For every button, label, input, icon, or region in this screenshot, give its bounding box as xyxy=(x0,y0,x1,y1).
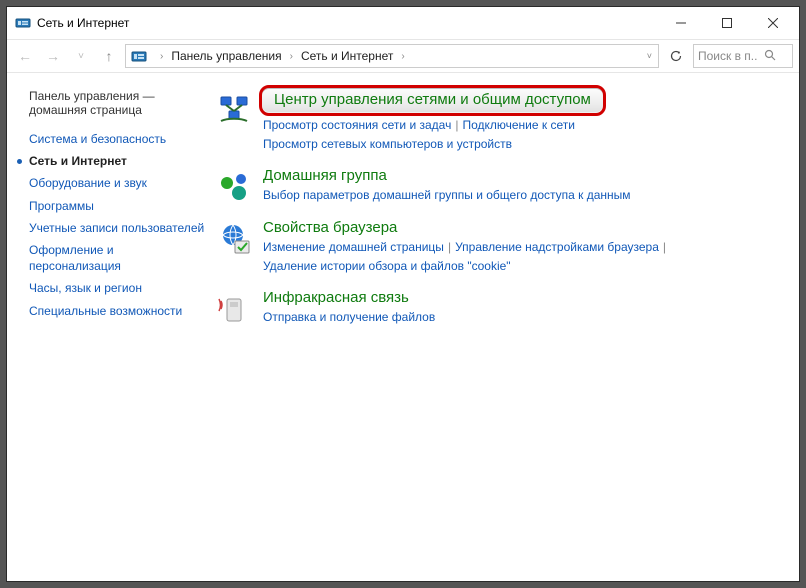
category-links: Выбор параметров домашней группы и общег… xyxy=(263,186,781,205)
link-manage-addons[interactable]: Управление надстройками браузера xyxy=(455,240,659,254)
category-title-link[interactable]: Свойства браузера xyxy=(263,219,397,236)
search-icon xyxy=(764,49,776,64)
homegroup-icon xyxy=(217,169,253,205)
nav-forward-button[interactable]: → xyxy=(41,44,65,68)
sidebar-item-system-security[interactable]: Система и безопасность xyxy=(29,131,207,147)
titlebar: Сеть и Интернет xyxy=(7,7,799,39)
link-view-network-computers[interactable]: Просмотр сетевых компьютеров и устройств xyxy=(263,137,512,151)
internet-options-icon xyxy=(217,221,253,257)
link-connect-network[interactable]: Подключение к сети xyxy=(462,118,574,132)
category-homegroup: Домашняя группа Выбор параметров домашне… xyxy=(217,167,781,205)
category-links: Изменение домашней страницы|Управление н… xyxy=(263,238,781,275)
breadcrumb-sep: › xyxy=(397,51,408,62)
nav-up-button[interactable]: ↑ xyxy=(97,44,121,68)
main-content: Центр управления сетями и общим доступом… xyxy=(217,89,789,571)
search-input[interactable] xyxy=(698,49,758,63)
category-body: Центр управления сетями и общим доступом… xyxy=(263,89,781,153)
breadcrumb-sep: › xyxy=(156,51,167,62)
category-body: Инфракрасная связь Отправка и получение … xyxy=(263,289,781,327)
network-sharing-icon xyxy=(217,91,253,127)
breadcrumb-sep: › xyxy=(286,51,297,62)
breadcrumb-dropdown-icon[interactable]: ˅ xyxy=(647,51,654,61)
maximize-button[interactable] xyxy=(713,13,741,33)
category-internet-options: Свойства браузера Изменение домашней стр… xyxy=(217,219,781,275)
category-title-link[interactable]: Инфракрасная связь xyxy=(263,289,409,306)
category-network-sharing: Центр управления сетями и общим доступом… xyxy=(217,89,781,153)
sidebar-item-ease-of-access[interactable]: Специальные возможности xyxy=(29,303,207,319)
close-button[interactable] xyxy=(759,13,787,33)
toolbar: ← → ˅ ↑ › Панель управления › Сеть и Инт… xyxy=(7,39,799,73)
sidebar-item-hardware-sound[interactable]: Оборудование и звук xyxy=(29,175,207,191)
nav-back-button[interactable]: ← xyxy=(13,44,37,68)
category-body: Свойства браузера Изменение домашней стр… xyxy=(263,219,781,275)
control-panel-home-link[interactable]: Панель управления — домашняя страница xyxy=(29,89,207,117)
infrared-icon xyxy=(217,291,253,327)
cp-home-line1: Панель управления — xyxy=(29,89,207,103)
sidebar-item-programs[interactable]: Программы xyxy=(29,198,207,214)
sidebar-item-appearance[interactable]: Оформление и персонализация xyxy=(29,242,207,274)
minimize-button[interactable] xyxy=(667,13,695,33)
body: Панель управления — домашняя страница Си… xyxy=(7,73,799,581)
window-icon xyxy=(15,15,31,31)
link-view-network-status[interactable]: Просмотр состояния сети и задач xyxy=(263,118,451,132)
link-delete-history-cookies[interactable]: Удаление истории обзора и файлов "cookie… xyxy=(263,259,511,273)
sidebar-item-network-internet[interactable]: Сеть и Интернет xyxy=(29,153,207,169)
window-buttons xyxy=(667,13,795,33)
breadcrumb-item-1[interactable]: Сеть и Интернет xyxy=(299,47,395,65)
sidebar-item-clock-language-region[interactable]: Часы, язык и регион xyxy=(29,280,207,296)
link-homegroup-settings[interactable]: Выбор параметров домашней группы и общег… xyxy=(263,188,631,202)
category-title-link[interactable]: Центр управления сетями и общим доступом xyxy=(274,91,591,108)
highlight-annotation: Центр управления сетями и общим доступом xyxy=(259,85,606,116)
category-title-link[interactable]: Домашняя группа xyxy=(263,167,387,184)
control-panel-window: Сеть и Интернет ← → ˅ ↑ › Панель управле… xyxy=(6,6,800,582)
category-infrared: Инфракрасная связь Отправка и получение … xyxy=(217,289,781,327)
nav-recent-button[interactable]: ˅ xyxy=(69,44,93,68)
sidebar-item-user-accounts[interactable]: Учетные записи пользователей xyxy=(29,220,207,236)
search-box[interactable] xyxy=(693,44,793,68)
category-links: Просмотр состояния сети и задач|Подключе… xyxy=(263,116,781,153)
breadcrumb-icon xyxy=(130,47,148,65)
window-title: Сеть и Интернет xyxy=(37,16,667,30)
category-links: Отправка и получение файлов xyxy=(263,308,781,327)
breadcrumb[interactable]: › Панель управления › Сеть и Интернет › … xyxy=(125,44,659,68)
link-change-homepage[interactable]: Изменение домашней страницы xyxy=(263,240,444,254)
sidebar: Панель управления — домашняя страница Си… xyxy=(17,89,217,571)
link-send-receive-files[interactable]: Отправка и получение файлов xyxy=(263,310,435,324)
cp-home-line2: домашняя страница xyxy=(29,103,207,117)
category-body: Домашняя группа Выбор параметров домашне… xyxy=(263,167,781,205)
breadcrumb-item-0[interactable]: Панель управления xyxy=(169,47,283,65)
refresh-button[interactable] xyxy=(663,44,689,68)
